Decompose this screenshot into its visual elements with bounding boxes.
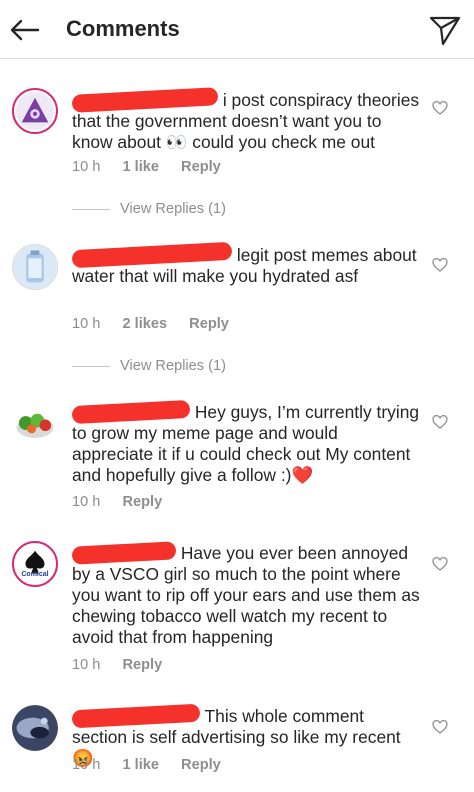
avatar[interactable]: Comical <box>12 541 58 587</box>
header-bar: Comments <box>0 0 474 59</box>
view-replies-link[interactable]: View Replies (1) <box>120 358 226 374</box>
reply-button[interactable]: Reply <box>181 757 221 773</box>
back-arrow-icon[interactable] <box>8 14 42 46</box>
comment-time: 10 h <box>72 657 101 673</box>
view-replies-link[interactable]: View Replies (1) <box>120 201 226 217</box>
divider <box>72 365 110 367</box>
send-icon[interactable] <box>428 14 462 46</box>
comment-time: 10 h <box>72 757 101 773</box>
redacted-username <box>71 703 201 729</box>
heart-icon[interactable] <box>432 414 448 430</box>
avatar-image <box>12 705 58 751</box>
redacted-username <box>71 87 219 113</box>
avatar-image <box>16 92 54 130</box>
avatar-label: Comical <box>21 571 49 578</box>
comment-time: 10 h <box>72 316 101 332</box>
page-title: Comments <box>66 16 180 41</box>
reply-button[interactable]: Reply <box>181 159 221 175</box>
reply-button[interactable]: Reply <box>189 316 229 332</box>
comment-likes[interactable]: 1 like <box>122 757 159 773</box>
comment-likes[interactable]: 2 likes <box>122 316 167 332</box>
heart-icon[interactable] <box>432 719 448 735</box>
divider <box>72 208 110 210</box>
reply-button[interactable]: Reply <box>122 657 162 673</box>
avatar[interactable] <box>12 244 58 290</box>
avatar[interactable] <box>12 705 58 751</box>
redacted-username <box>71 399 191 425</box>
redacted-username <box>71 541 177 565</box>
heart-icon[interactable] <box>432 100 448 116</box>
redacted-username <box>71 241 233 269</box>
heart-icon[interactable] <box>432 257 448 273</box>
avatar[interactable] <box>12 88 58 134</box>
avatar-image <box>13 245 57 289</box>
comment-time: 10 h <box>72 159 101 175</box>
avatar-image <box>12 400 58 446</box>
avatar[interactable] <box>12 400 58 446</box>
comment-time: 10 h <box>72 494 101 510</box>
heart-icon[interactable] <box>432 556 448 572</box>
comment-likes[interactable]: 1 like <box>122 159 159 175</box>
reply-button[interactable]: Reply <box>122 494 162 510</box>
